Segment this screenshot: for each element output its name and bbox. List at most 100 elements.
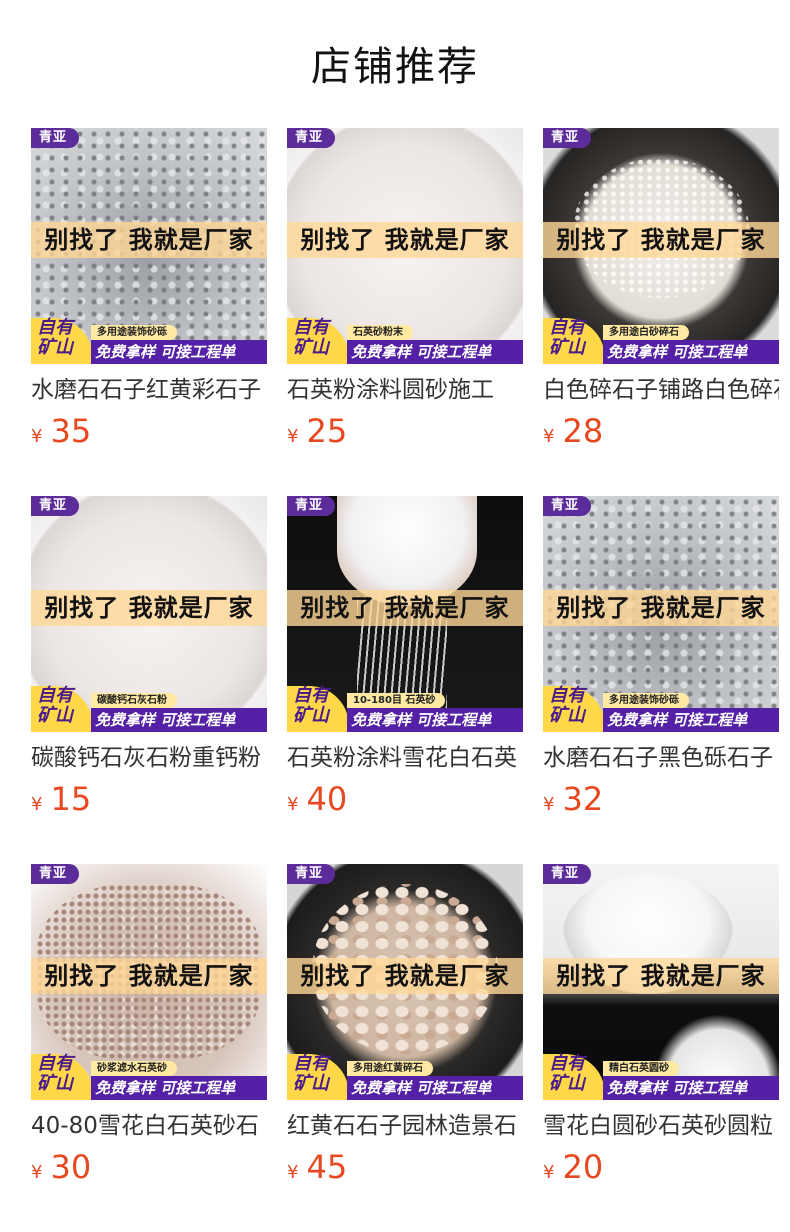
brand-badge: 青亚 xyxy=(31,864,80,884)
product-tagline: 多用途装饰砂砾 xyxy=(603,693,689,708)
product-name[interactable]: 石英粉涂料圆砂施工 xyxy=(287,376,523,404)
product-name[interactable]: 碳酸钙石灰石粉重钙粉 xyxy=(31,744,267,772)
own-mine-badge: 自有 矿山 xyxy=(37,685,73,726)
currency-symbol: ¥ xyxy=(543,426,555,447)
product-price: ¥25 xyxy=(287,415,523,452)
product-name[interactable]: 白色碎石子铺路白色碎石 xyxy=(543,376,779,404)
product-image[interactable]: 青亚 别找了 我就是厂家 自有 矿山 砂浆滤水石英砂 免费拿样 可接工程单 xyxy=(31,864,267,1100)
promo-strip: 免费拿样 可接工程单 xyxy=(91,708,267,732)
product-tagline: 10-180目 石英砂 xyxy=(347,693,446,708)
product-tagline: 石英砂粉末 xyxy=(347,325,413,340)
product-name[interactable]: 水磨石石子红黄彩石子 xyxy=(31,376,267,404)
product-image[interactable]: 青亚 别找了 我就是厂家 自有 矿山 精白石英圆砂 免费拿样 可接工程单 xyxy=(543,864,779,1100)
own-mine-badge: 自有 矿山 xyxy=(293,317,329,358)
product-tagline: 多用途白砂碎石 xyxy=(603,325,689,340)
product-name[interactable]: 石英粉涂料雪花白石英 xyxy=(287,744,523,772)
promo-strip: 免费拿样 可接工程单 xyxy=(347,1076,523,1100)
currency-symbol: ¥ xyxy=(31,426,43,447)
price-value: 40 xyxy=(306,780,348,818)
promo-banner: 别找了 我就是厂家 xyxy=(543,958,779,994)
promo-strip: 免费拿样 可接工程单 xyxy=(603,340,779,364)
own-mine-badge: 自有 矿山 xyxy=(549,685,585,726)
product-price: ¥40 xyxy=(287,783,523,820)
price-value: 45 xyxy=(306,1148,348,1186)
currency-symbol: ¥ xyxy=(31,1162,43,1183)
price-value: 15 xyxy=(50,780,92,818)
own-mine-badge: 自有 矿山 xyxy=(37,317,73,358)
promo-strip: 免费拿样 可接工程单 xyxy=(347,708,523,732)
own-mine-badge: 自有 矿山 xyxy=(293,1053,329,1094)
product-image[interactable]: 青亚 别找了 我就是厂家 自有 矿山 10-180目 石英砂 免费拿样 可接工程单 xyxy=(287,496,523,732)
product-card[interactable]: 青亚 别找了 我就是厂家 自有 矿山 砂浆滤水石英砂 免费拿样 可接工程单 40-… xyxy=(31,864,267,1188)
own-mine-badge: 自有 矿山 xyxy=(293,685,329,726)
price-value: 25 xyxy=(306,412,348,450)
price-value: 35 xyxy=(50,412,92,450)
price-value: 28 xyxy=(562,412,604,450)
price-value: 30 xyxy=(50,1148,92,1186)
product-card[interactable]: 青亚 别找了 我就是厂家 自有 矿山 10-180目 石英砂 免费拿样 可接工程单… xyxy=(287,496,523,820)
price-value: 32 xyxy=(562,780,604,818)
promo-banner: 别找了 我就是厂家 xyxy=(543,222,779,258)
own-mine-badge: 自有 矿山 xyxy=(549,317,585,358)
product-image[interactable]: 青亚 别找了 我就是厂家 自有 矿山 石英砂粉末 免费拿样 可接工程单 xyxy=(287,128,523,364)
product-price: ¥15 xyxy=(31,783,267,820)
brand-badge: 青亚 xyxy=(31,496,80,516)
promo-strip: 免费拿样 可接工程单 xyxy=(347,340,523,364)
promo-strip: 免费拿样 可接工程单 xyxy=(91,340,267,364)
product-image[interactable]: 青亚 别找了 我就是厂家 自有 矿山 多用途装饰砂砾 免费拿样 可接工程单 xyxy=(543,496,779,732)
product-card[interactable]: 青亚 别找了 我就是厂家 自有 矿山 多用途装饰砂砾 免费拿样 可接工程单 水磨石… xyxy=(543,496,779,820)
brand-badge: 青亚 xyxy=(31,128,80,148)
promo-strip: 免费拿样 可接工程单 xyxy=(603,1076,779,1100)
currency-symbol: ¥ xyxy=(543,794,555,815)
product-name[interactable]: 红黄石石子园林造景石 xyxy=(287,1112,523,1140)
product-price: ¥20 xyxy=(543,1151,779,1188)
product-card[interactable]: 青亚 别找了 我就是厂家 自有 矿山 精白石英圆砂 免费拿样 可接工程单 雪花白圆… xyxy=(543,864,779,1188)
product-tagline: 精白石英圆砂 xyxy=(603,1061,679,1076)
product-tagline: 碳酸钙石灰石粉 xyxy=(91,693,177,708)
own-mine-badge: 自有 矿山 xyxy=(549,1053,585,1094)
promo-banner: 别找了 我就是厂家 xyxy=(543,590,779,626)
product-card[interactable]: 青亚 别找了 我就是厂家 自有 矿山 多用途红黄碎石 免费拿样 可接工程单 红黄石… xyxy=(287,864,523,1188)
product-tagline: 多用途红黄碎石 xyxy=(347,1061,433,1076)
own-mine-badge: 自有 矿山 xyxy=(37,1053,73,1094)
brand-badge: 青亚 xyxy=(287,496,336,516)
promo-banner: 别找了 我就是厂家 xyxy=(31,222,267,258)
product-name[interactable]: 40-80雪花白石英砂石 xyxy=(31,1112,267,1140)
price-value: 20 xyxy=(562,1148,604,1186)
product-image[interactable]: 青亚 别找了 我就是厂家 自有 矿山 多用途装饰砂砾 免费拿样 可接工程单 xyxy=(31,128,267,364)
product-name[interactable]: 雪花白圆砂石英砂圆粒 xyxy=(543,1112,779,1140)
brand-badge: 青亚 xyxy=(543,128,592,148)
currency-symbol: ¥ xyxy=(287,794,299,815)
promo-banner: 别找了 我就是厂家 xyxy=(287,958,523,994)
product-name[interactable]: 水磨石石子黑色砾石子 xyxy=(543,744,779,772)
currency-symbol: ¥ xyxy=(287,426,299,447)
product-card[interactable]: 青亚 别找了 我就是厂家 自有 矿山 多用途装饰砂砾 免费拿样 可接工程单 水磨石… xyxy=(31,128,267,452)
brand-badge: 青亚 xyxy=(543,496,592,516)
product-image[interactable]: 青亚 别找了 我就是厂家 自有 矿山 碳酸钙石灰石粉 免费拿样 可接工程单 xyxy=(31,496,267,732)
promo-strip: 免费拿样 可接工程单 xyxy=(603,708,779,732)
product-card[interactable]: 青亚 别找了 我就是厂家 自有 矿山 石英砂粉末 免费拿样 可接工程单 石英粉涂料… xyxy=(287,128,523,452)
product-price: ¥28 xyxy=(543,415,779,452)
promo-banner: 别找了 我就是厂家 xyxy=(31,590,267,626)
product-card[interactable]: 青亚 别找了 我就是厂家 自有 矿山 多用途白砂碎石 免费拿样 可接工程单 白色碎… xyxy=(543,128,779,452)
currency-symbol: ¥ xyxy=(287,1162,299,1183)
product-tagline: 多用途装饰砂砾 xyxy=(91,325,177,340)
promo-strip: 免费拿样 可接工程单 xyxy=(91,1076,267,1100)
product-tagline: 砂浆滤水石英砂 xyxy=(91,1061,177,1076)
product-image[interactable]: 青亚 别找了 我就是厂家 自有 矿山 多用途红黄碎石 免费拿样 可接工程单 xyxy=(287,864,523,1100)
product-image[interactable]: 青亚 别找了 我就是厂家 自有 矿山 多用途白砂碎石 免费拿样 可接工程单 xyxy=(543,128,779,364)
product-price: ¥35 xyxy=(31,415,267,452)
promo-banner: 别找了 我就是厂家 xyxy=(287,222,523,258)
promo-banner: 别找了 我就是厂家 xyxy=(31,958,267,994)
brand-badge: 青亚 xyxy=(287,864,336,884)
product-price: ¥32 xyxy=(543,783,779,820)
brand-badge: 青亚 xyxy=(287,128,336,148)
currency-symbol: ¥ xyxy=(543,1162,555,1183)
currency-symbol: ¥ xyxy=(31,794,43,815)
product-price: ¥45 xyxy=(287,1151,523,1188)
product-card[interactable]: 青亚 别找了 我就是厂家 自有 矿山 碳酸钙石灰石粉 免费拿样 可接工程单 碳酸钙… xyxy=(31,496,267,820)
product-price: ¥30 xyxy=(31,1151,267,1188)
page-title: 店铺推荐 xyxy=(311,44,479,90)
promo-banner: 别找了 我就是厂家 xyxy=(287,590,523,626)
brand-badge: 青亚 xyxy=(543,864,592,884)
